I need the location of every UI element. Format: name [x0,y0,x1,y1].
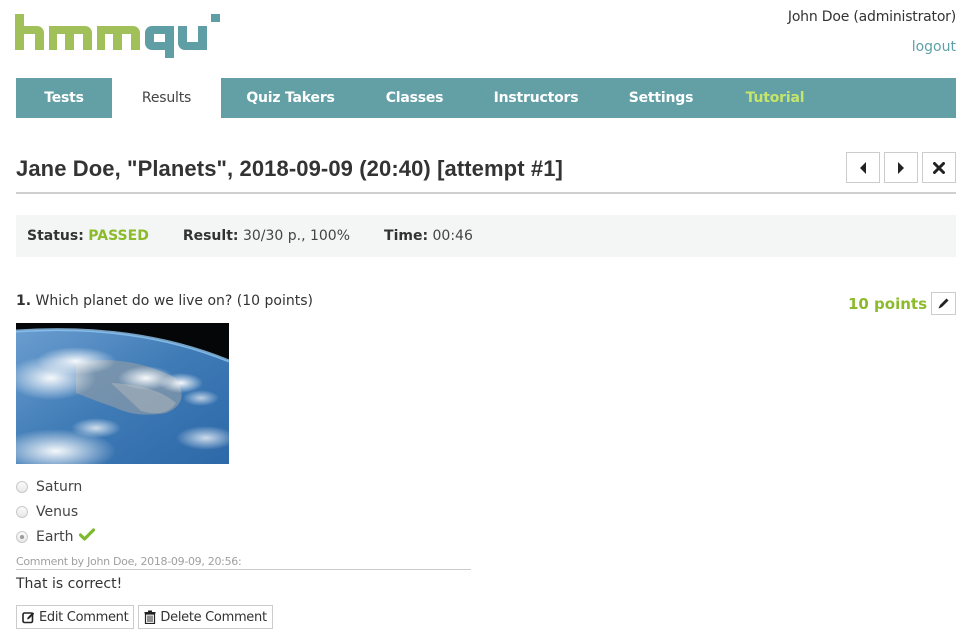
previous-button[interactable] [846,152,880,183]
close-button[interactable] [922,152,956,183]
answer-list: Saturn Venus Earth [16,474,95,549]
nav-tab-classes[interactable]: Classes [360,78,469,118]
answer-radio[interactable] [16,505,28,518]
logout-link[interactable]: logout [788,38,956,56]
nav-tab-quiz-takers[interactable]: Quiz Takers [221,78,360,118]
result-label: Result: [182,228,239,244]
main-nav: Tests Results Quiz Takers Classes Instru… [16,78,956,118]
answer-label: Venus [36,503,79,520]
question-image [16,323,229,464]
delete-comment-button[interactable]: Delete Comment [138,605,273,629]
user-info: John Doe (administrator) logout [788,8,956,56]
comment-text: That is correct! [16,576,123,592]
nav-tab-tests[interactable]: Tests [16,78,112,118]
caret-left-icon [860,161,866,174]
next-button[interactable] [884,152,918,183]
hmmquiz-logo-icon [15,14,220,58]
answer-option: Saturn [16,474,95,499]
record-navigation [846,152,956,183]
comment-actions: Edit Comment Delete Comment [16,605,273,629]
status-badge: PASSED [88,228,149,244]
time-label: Time: [384,228,429,244]
nav-tab-results[interactable]: Results [112,78,221,118]
nav-tab-settings[interactable]: Settings [603,78,719,118]
status-field: Status: PASSED [27,228,149,244]
trash-icon [144,610,156,624]
question-number: 1. [16,293,32,309]
answer-option: Earth [16,524,95,549]
result-value: 30/30 p., 100% [242,228,351,244]
delete-comment-label: Delete Comment [160,609,267,625]
question-text: 1. Which planet do we live on? (10 point… [16,293,313,309]
edit-comment-label: Edit Comment [39,609,129,625]
nav-tab-tutorial[interactable]: Tutorial [719,78,831,118]
caret-right-icon [898,161,904,174]
status-label: Status: [27,228,84,244]
time-value: 00:46 [432,228,473,244]
answer-label: Saturn [36,478,83,495]
close-icon [933,161,945,174]
earth-photo-icon [16,323,229,464]
comment-meta: Comment by John Doe, 2018-09-09, 20:56: [16,555,471,570]
edit-icon [22,611,35,623]
checkmark-icon [78,528,95,545]
answer-label: Earth [36,528,74,545]
pencil-icon [938,298,949,309]
logo[interactable] [15,10,220,60]
edit-comment-button[interactable]: Edit Comment [16,605,135,629]
points-area: 10 points [848,292,956,315]
result-summary: Status: PASSED Result: 30/30 p., 100% Ti… [16,215,956,257]
time-field: Time: 00:46 [384,228,473,244]
answer-radio[interactable] [16,480,28,493]
nav-tab-instructors[interactable]: Instructors [469,78,603,118]
page-header: Jane Doe, "Planets", 2018-09-09 (20:40) … [16,152,956,194]
points-awarded: 10 points [847,294,927,313]
user-name: John Doe (administrator) [787,9,956,25]
question-label: Which planet do we live on? (10 points) [35,293,313,309]
answer-radio[interactable] [16,530,28,543]
page-title: Jane Doe, "Planets", 2018-09-09 (20:40) … [16,156,563,181]
answer-option: Venus [16,499,95,524]
result-field: Result: 30/30 p., 100% [183,228,350,244]
edit-points-button[interactable] [931,292,956,315]
